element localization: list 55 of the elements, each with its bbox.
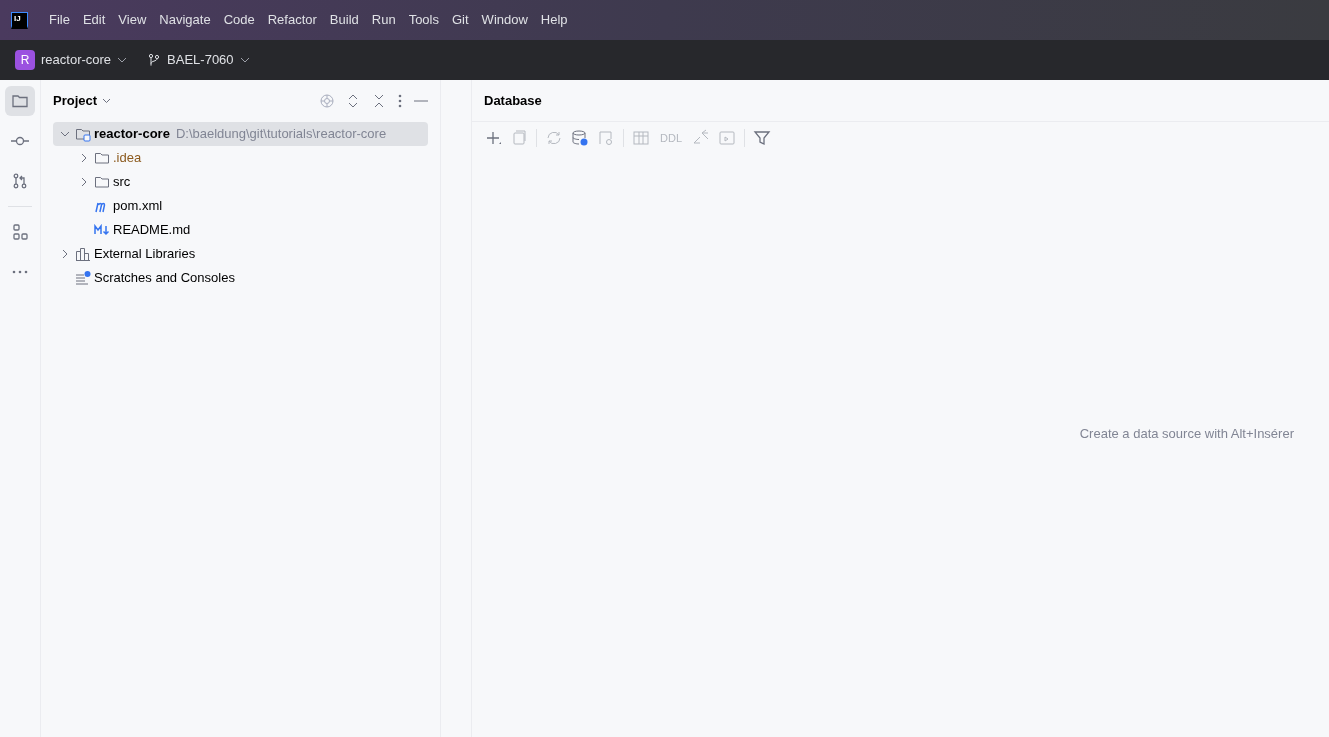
filter-icon[interactable] <box>753 129 771 147</box>
tree-row[interactable]: .idea <box>53 146 428 170</box>
tree-item-label: External Libraries <box>94 245 196 264</box>
chevron-down-icon <box>239 57 250 63</box>
menu-item[interactable]: Window <box>481 10 528 30</box>
library-icon <box>75 246 91 262</box>
chevron-down-icon <box>102 98 112 104</box>
module-path: D:\baeldung\git\tutorials\reactor-core <box>175 125 387 144</box>
tree-item-label: .idea <box>113 149 142 168</box>
module-folder-icon <box>75 126 91 142</box>
menu-item[interactable]: File <box>49 10 70 30</box>
expand-all-icon[interactable] <box>346 94 360 108</box>
folder-icon <box>94 150 110 166</box>
branch-icon <box>147 53 162 67</box>
panel-title: Database <box>484 91 542 110</box>
empty-state-hint: Create a data source with Alt+Insérer <box>1079 425 1294 443</box>
tree-item-label: pom.xml <box>113 197 163 216</box>
menu-item[interactable]: Code <box>223 10 255 30</box>
chevron-down-icon <box>117 57 128 63</box>
tree-item-label: README.md <box>113 221 191 240</box>
tree-row[interactable]: src <box>53 170 428 194</box>
branch-selector[interactable]: BAEL-7060 <box>147 50 250 70</box>
panel-title[interactable]: Project <box>53 91 98 111</box>
app-logo: IJ <box>11 11 28 29</box>
project-selector[interactable]: R reactor-core <box>15 50 128 70</box>
tree-row[interactable]: Scratches and Consoles <box>53 266 428 290</box>
markdown-icon <box>94 224 110 236</box>
more-icon <box>12 270 28 274</box>
tree-row[interactable]: External Libraries <box>53 242 428 266</box>
folder-icon <box>11 92 29 110</box>
menu-item[interactable]: Refactor <box>267 10 317 30</box>
menu-item[interactable]: Navigate <box>159 10 211 30</box>
collapse-all-icon[interactable] <box>372 94 386 108</box>
menu-item[interactable]: Help <box>540 10 568 30</box>
tree-item-label: src <box>113 173 131 192</box>
tool-window-button[interactable] <box>5 86 35 116</box>
more-options-icon[interactable] <box>398 94 402 108</box>
menu-item[interactable]: Build <box>329 10 359 30</box>
menu-item[interactable]: Edit <box>82 10 106 30</box>
database-settings-icon[interactable] <box>571 129 589 147</box>
target-icon[interactable] <box>320 94 334 108</box>
menu-item[interactable]: Git <box>452 10 469 30</box>
menu-item[interactable]: View <box>118 10 147 30</box>
tree-row[interactable]: pom.xml <box>53 194 428 218</box>
tree-item-label: Scratches and Consoles <box>94 269 235 288</box>
menu-item[interactable]: Run <box>371 10 396 30</box>
tree-row[interactable]: reactor-core D:\baeldung\git\tutorials\reactor-core <box>53 122 428 146</box>
structure-icon <box>11 223 29 241</box>
pull-request-icon <box>11 172 29 190</box>
folder-icon <box>94 174 110 190</box>
tree-item-label: reactor-core <box>94 125 170 144</box>
tree-row[interactable]: README.md <box>53 218 428 242</box>
add-icon[interactable] <box>484 129 502 147</box>
menu-item[interactable]: Tools <box>408 10 439 30</box>
scratches-icon <box>75 270 91 286</box>
